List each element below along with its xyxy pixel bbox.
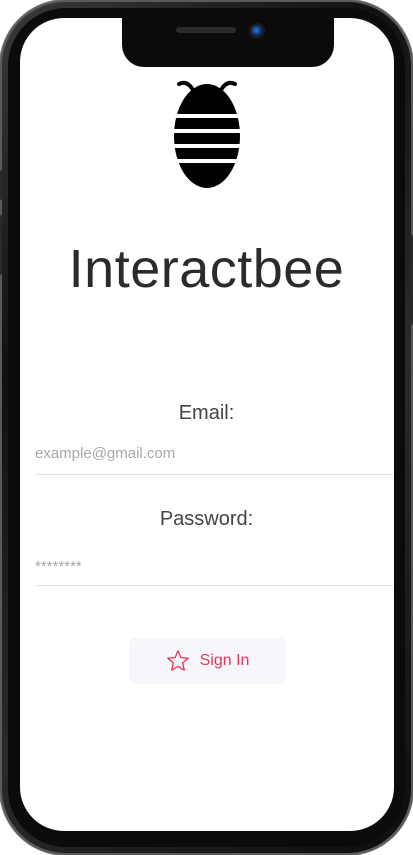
email-field[interactable]	[35, 440, 393, 466]
password-underline	[35, 585, 393, 586]
volume-up-button	[0, 170, 2, 200]
sign-in-button[interactable]: Sign In	[129, 638, 286, 684]
app-title: Interactbee	[68, 239, 345, 299]
phone-frame: Interactbee Email: Password: Sign In	[0, 0, 413, 855]
notch	[122, 18, 334, 67]
email-underline	[35, 474, 393, 475]
star-outline-icon	[166, 650, 189, 671]
bee-logo-icon	[171, 80, 243, 188]
password-field[interactable]	[35, 553, 393, 579]
password-label: Password:	[159, 508, 254, 530]
email-label: Email:	[178, 402, 235, 424]
front-camera	[251, 25, 263, 37]
sign-in-label: Sign In	[199, 652, 250, 669]
speaker-grille	[176, 27, 236, 33]
